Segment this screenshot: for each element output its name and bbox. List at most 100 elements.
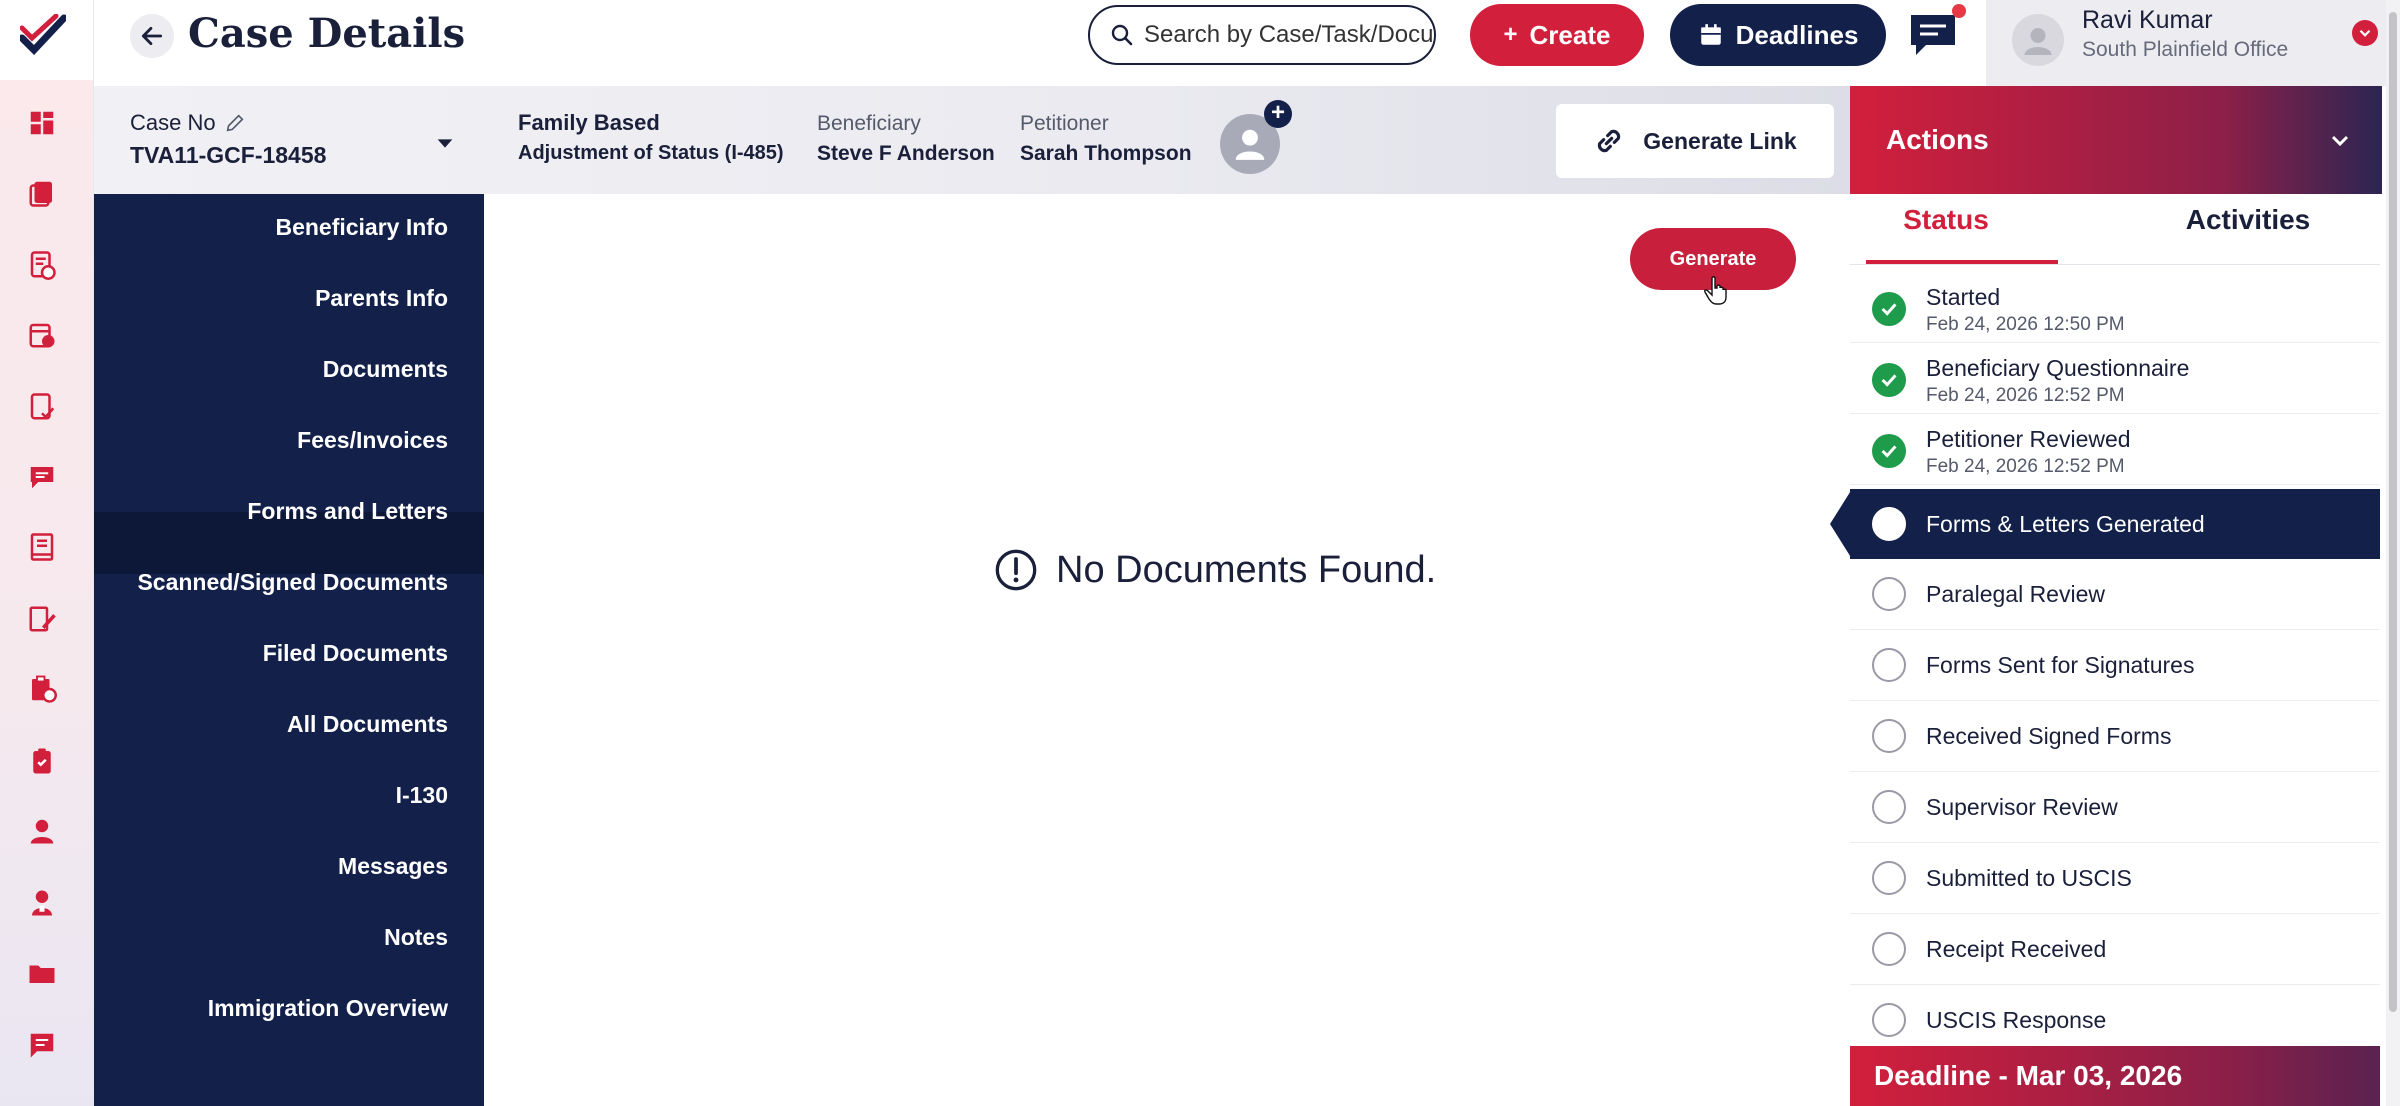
status-label: Submitted to USCIS bbox=[1926, 865, 2132, 891]
actions-title: Actions bbox=[1886, 124, 1989, 155]
chat-button[interactable] bbox=[1908, 12, 1958, 58]
petitioner-name[interactable]: Sarah Thompson bbox=[1020, 142, 1192, 166]
generate-link-button[interactable]: Generate Link bbox=[1556, 104, 1834, 178]
user-icon[interactable] bbox=[25, 814, 59, 848]
status-item-started[interactable]: Started Feb 24, 2026 12:50 PM bbox=[1850, 272, 2380, 343]
avatar bbox=[2012, 14, 2064, 66]
tasks-icon[interactable] bbox=[25, 248, 59, 282]
sidebar-item-scanned-signed-documents[interactable]: Scanned/Signed Documents bbox=[137, 569, 448, 596]
status-label: Supervisor Review bbox=[1926, 794, 2118, 820]
empty-state: No Documents Found. bbox=[994, 548, 1436, 592]
status-label: Started bbox=[1926, 284, 2001, 310]
search-input[interactable] bbox=[1144, 21, 1434, 49]
circle-icon bbox=[1872, 861, 1906, 895]
actions-header[interactable]: Actions bbox=[1850, 86, 2382, 194]
sidebar-item-i-130[interactable]: I-130 bbox=[396, 782, 448, 809]
check-circle-icon bbox=[1872, 292, 1906, 326]
search-box[interactable] bbox=[1088, 5, 1436, 65]
sidebar-item-forms-and-letters[interactable]: Forms and Letters bbox=[247, 498, 448, 525]
status-label: Paralegal Review bbox=[1926, 581, 2105, 607]
chevron-down-icon[interactable] bbox=[2328, 128, 2352, 157]
create-label: Create bbox=[1529, 19, 1611, 50]
add-person-icon[interactable]: + bbox=[1264, 100, 1292, 128]
link-icon bbox=[1598, 129, 1621, 153]
case-no-label: Case No bbox=[130, 110, 246, 136]
circle-icon bbox=[1872, 648, 1906, 682]
chat-icon bbox=[1911, 15, 1955, 55]
app-logo[interactable] bbox=[18, 13, 68, 56]
petitioner-label: Petitioner bbox=[1020, 112, 1109, 135]
arrow-left-icon bbox=[141, 27, 163, 45]
folder-icon[interactable] bbox=[25, 956, 59, 990]
status-timestamp: Feb 24, 2026 12:50 PM bbox=[1926, 314, 2125, 335]
status-item-paralegal-review[interactable]: Paralegal Review bbox=[1850, 559, 2380, 630]
user-avatar-icon bbox=[1235, 129, 1265, 160]
cases-icon[interactable] bbox=[25, 176, 59, 210]
messages-icon[interactable] bbox=[25, 460, 59, 494]
search-icon bbox=[1111, 24, 1133, 46]
dashboard-icon[interactable] bbox=[25, 106, 59, 140]
back-button[interactable] bbox=[130, 14, 174, 58]
sidebar-item-parents-info[interactable]: Parents Info bbox=[315, 285, 448, 312]
edit-doc-icon[interactable] bbox=[25, 602, 59, 636]
case-no-label-text: Case No bbox=[130, 110, 216, 135]
sidebar-item-all-documents[interactable]: All Documents bbox=[287, 711, 448, 738]
deadline-banner: Deadline - Mar 03, 2026 bbox=[1850, 1046, 2380, 1106]
status-item-supervisor-review[interactable]: Supervisor Review bbox=[1850, 772, 2380, 843]
calendar-icon bbox=[1700, 24, 1721, 45]
pointer-cursor-icon bbox=[1704, 276, 1728, 311]
calendar-doc-icon[interactable] bbox=[25, 318, 59, 352]
status-item-receipt-received[interactable]: Receipt Received bbox=[1850, 914, 2380, 985]
case-info-bar: Case No TVA11-GCF-18458 Family Based Adj… bbox=[94, 86, 1850, 194]
sidebar-item-immigration-overview[interactable]: Immigration Overview bbox=[208, 995, 448, 1022]
status-item-forms-sent-for-signatures[interactable]: Forms Sent for Signatures bbox=[1850, 630, 2380, 701]
status-timestamp: Feb 24, 2026 12:52 PM bbox=[1926, 385, 2125, 406]
contacts-icon[interactable] bbox=[25, 886, 59, 920]
user-menu[interactable]: Ravi Kumar South Plainfield Office bbox=[1986, 0, 2400, 86]
status-label: Forms Sent for Signatures bbox=[1926, 652, 2195, 678]
user-office: South Plainfield Office bbox=[2082, 38, 2289, 61]
checklist-icon[interactable] bbox=[25, 390, 59, 424]
sidebar-item-beneficiary-info[interactable]: Beneficiary Info bbox=[275, 214, 448, 241]
icon-rail bbox=[0, 0, 94, 1106]
status-item-forms-letters-generated[interactable]: Forms & Letters Generated bbox=[1850, 489, 2380, 559]
status-item-submitted-to-uscis[interactable]: Submitted to USCIS bbox=[1850, 843, 2380, 914]
scrollbar-thumb[interactable] bbox=[2389, 12, 2397, 1012]
page-scrollbar[interactable] bbox=[2386, 0, 2400, 1106]
sidebar-item-filed-documents[interactable]: Filed Documents bbox=[263, 640, 448, 667]
circle-icon bbox=[1872, 719, 1906, 753]
sidebar-item-fees-invoices[interactable]: Fees/Invoices bbox=[297, 427, 448, 454]
notes-icon[interactable] bbox=[25, 1028, 59, 1062]
sidebar-item-notes[interactable]: Notes bbox=[384, 924, 448, 951]
user-name: Ravi Kumar bbox=[2082, 6, 2213, 34]
status-item-beneficiary-questionnaire[interactable]: Beneficiary Questionnaire Feb 24, 2026 1… bbox=[1850, 343, 2380, 414]
reports-icon[interactable] bbox=[25, 672, 59, 706]
circle-icon bbox=[1872, 1003, 1906, 1037]
status-label: Forms & Letters Generated bbox=[1926, 511, 2205, 537]
chevron-down-icon[interactable] bbox=[2352, 20, 2378, 46]
case-dropdown-icon[interactable] bbox=[434, 132, 456, 159]
status-timestamp: Feb 24, 2026 12:52 PM bbox=[1926, 456, 2125, 477]
user-avatar-icon bbox=[2024, 28, 2052, 55]
circle-icon bbox=[1872, 932, 1906, 966]
status-label: USCIS Response bbox=[1926, 1007, 2107, 1033]
pencil-icon[interactable] bbox=[224, 112, 246, 134]
check-circle-icon bbox=[1872, 434, 1906, 468]
tab-status[interactable]: Status bbox=[1850, 204, 2042, 236]
clipboard-icon[interactable] bbox=[25, 744, 59, 778]
sidebar-item-messages[interactable]: Messages bbox=[338, 853, 448, 880]
status-item-received-signed-forms[interactable]: Received Signed Forms bbox=[1850, 701, 2380, 772]
tabs-divider bbox=[1850, 264, 2380, 265]
status-item-petitioner-reviewed[interactable]: Petitioner Reviewed Feb 24, 2026 12:52 P… bbox=[1850, 414, 2380, 485]
generate-link-label: Generate Link bbox=[1643, 127, 1797, 154]
deadlines-button[interactable]: Deadlines bbox=[1670, 4, 1886, 66]
case-subtype: Adjustment of Status (I-485) bbox=[518, 142, 784, 164]
create-button[interactable]: + Create bbox=[1470, 4, 1644, 66]
case-sidebar: Beneficiary Info Parents Info Documents … bbox=[94, 194, 484, 1106]
empty-message: No Documents Found. bbox=[1056, 548, 1437, 591]
ledger-icon[interactable] bbox=[25, 530, 59, 564]
beneficiary-name[interactable]: Steve F Anderson bbox=[817, 142, 995, 166]
sidebar-item-documents[interactable]: Documents bbox=[323, 356, 448, 383]
tab-activities[interactable]: Activities bbox=[2152, 204, 2344, 236]
notification-dot bbox=[1952, 4, 1966, 18]
